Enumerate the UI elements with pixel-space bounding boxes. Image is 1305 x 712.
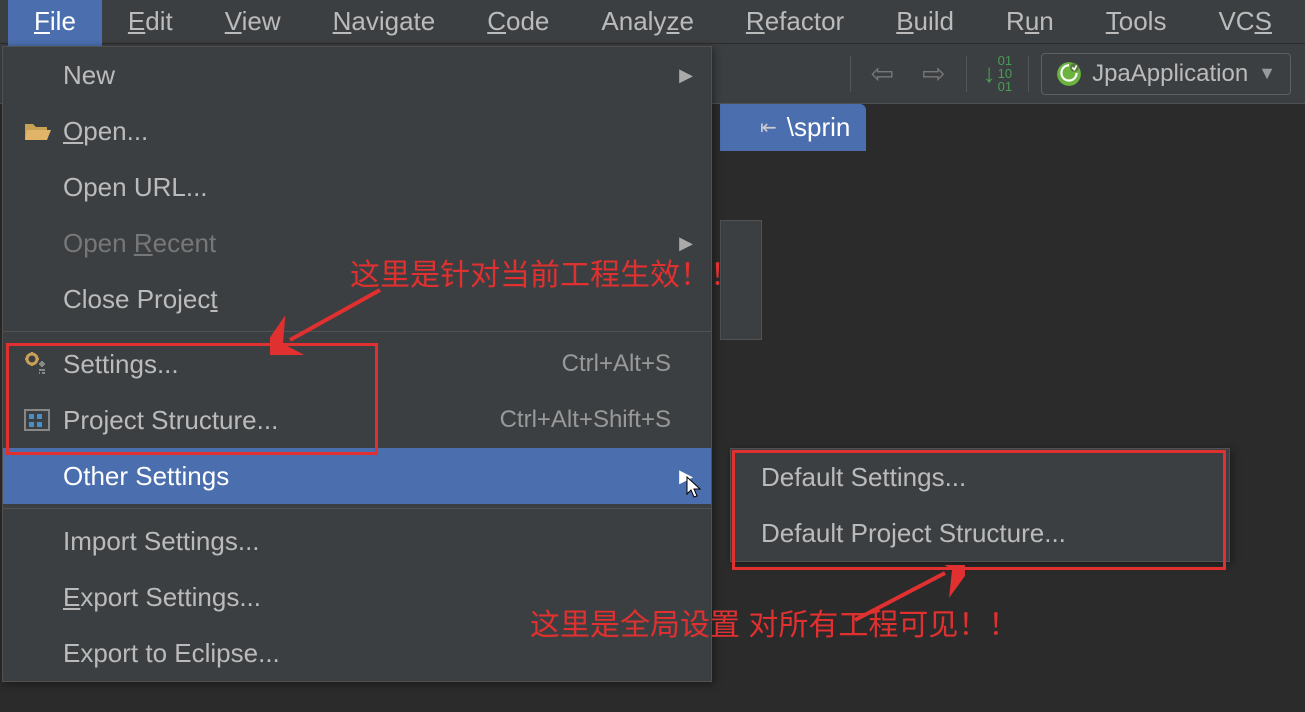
menu-item-new[interactable]: New ▶	[3, 47, 711, 103]
menu-item-import-settings[interactable]: Import Settings...	[3, 513, 711, 569]
breadcrumb[interactable]: ⇤ \sprin	[720, 104, 866, 151]
hide-icon: ⇤	[760, 115, 777, 140]
build-icon[interactable]: ↓ 011001	[979, 50, 1016, 97]
menu-item-settings[interactable]: Settings... Ctrl+Alt+S	[3, 336, 711, 392]
chevron-down-icon: ▼	[1258, 63, 1276, 84]
project-structure-icon	[23, 406, 63, 434]
shortcut-label: Ctrl+Alt+S	[562, 350, 691, 378]
other-settings-submenu: Default Settings... Default Project Stru…	[730, 448, 1230, 562]
menu-separator	[3, 331, 711, 332]
toolbar-separator	[850, 56, 851, 92]
menu-item-export-settings[interactable]: Export Settings...	[3, 569, 711, 625]
menu-item-export-eclipse[interactable]: Export to Eclipse...	[3, 625, 711, 681]
spring-app-icon	[1056, 61, 1082, 87]
nav-back-icon[interactable]: ⇦	[863, 53, 902, 94]
toolbar-separator	[966, 56, 967, 92]
menu-tools[interactable]: Tools	[1080, 0, 1193, 47]
toolbar-separator	[1028, 56, 1029, 92]
menu-run[interactable]: Run	[980, 0, 1080, 47]
menu-item-open-recent[interactable]: Open Recent ▶	[3, 215, 711, 271]
menu-item-other-settings[interactable]: Other Settings ▶	[3, 448, 711, 504]
menu-code[interactable]: Code	[461, 0, 575, 47]
settings-icon	[23, 350, 63, 378]
tab-area	[720, 220, 762, 340]
menu-vcs[interactable]: VCS	[1192, 0, 1297, 47]
menu-navigate[interactable]: Navigate	[307, 0, 462, 47]
menu-file[interactable]: File	[8, 0, 102, 47]
submenu-arrow-icon: ▶	[679, 65, 693, 86]
menu-refactor[interactable]: Refactor	[720, 0, 870, 47]
submenu-arrow-icon: ▶	[679, 233, 693, 254]
menu-analyze[interactable]: Analyze	[575, 0, 720, 47]
menu-build[interactable]: Build	[870, 0, 980, 47]
file-dropdown: New ▶ Open... Open URL... Open Recent ▶ …	[2, 46, 712, 682]
menu-view[interactable]: View	[199, 0, 307, 47]
submenu-arrow-icon: ▶	[679, 466, 693, 487]
menu-item-close-project[interactable]: Close Project	[3, 271, 711, 327]
menu-separator	[3, 508, 711, 509]
menu-item-open[interactable]: Open...	[3, 103, 711, 159]
menu-edit[interactable]: Edit	[102, 0, 199, 47]
breadcrumb-label: \sprin	[787, 112, 851, 143]
menu-item-default-project-structure[interactable]: Default Project Structure...	[731, 505, 1229, 561]
menu-bar: File Edit View Navigate Code Analyze Ref…	[0, 0, 1305, 44]
nav-forward-icon[interactable]: ⇨	[914, 53, 953, 94]
folder-open-icon	[23, 120, 63, 142]
run-config-label: JpaApplication	[1092, 60, 1248, 88]
menu-item-open-url[interactable]: Open URL...	[3, 159, 711, 215]
shortcut-label: Ctrl+Alt+Shift+S	[500, 406, 691, 434]
menu-item-project-structure[interactable]: Project Structure... Ctrl+Alt+Shift+S	[3, 392, 711, 448]
menu-item-default-settings[interactable]: Default Settings...	[731, 449, 1229, 505]
run-configuration-selector[interactable]: JpaApplication ▼	[1041, 53, 1291, 95]
